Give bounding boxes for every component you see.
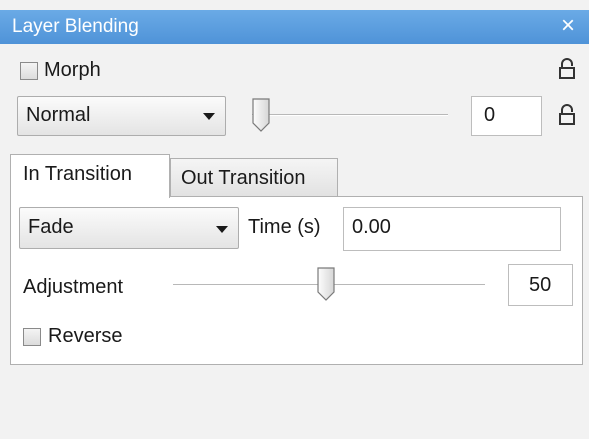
tab-label: Out Transition [181,167,306,189]
opacity-value: 0 [484,104,496,126]
time-input[interactable]: 0.00 [343,207,561,251]
time-label: Time (s) [248,216,321,238]
lock-icon[interactable] [558,104,576,126]
tab-label: In Transition [23,163,132,185]
reverse-checkbox[interactable] [23,328,41,346]
tab-in-transition[interactable]: In Transition [10,154,170,198]
blend-mode-dropdown[interactable]: Normal [17,96,226,136]
time-value: 0.00 [352,216,391,238]
adjustment-label: Adjustment [23,276,124,298]
transition-type-value: Fade [28,216,74,238]
chevron-down-icon [203,113,215,120]
adjustment-field[interactable]: 50 [508,264,573,306]
reverse-label: Reverse [48,325,123,347]
chevron-down-icon [216,226,228,233]
opacity-slider-thumb[interactable] [252,98,270,132]
title-bar[interactable]: Layer Blending × [0,10,589,44]
transition-pane: Fade Time (s) 0.00 Adjustment 50 Reverse [10,196,583,365]
adjustment-value: 50 [529,274,552,296]
opacity-slider-track[interactable] [252,114,448,116]
lock-icon[interactable] [558,58,576,80]
tab-out-transition[interactable]: Out Transition [170,158,338,196]
morph-label: Morph [44,59,101,81]
panel-title: Layer Blending [12,16,139,37]
morph-checkbox[interactable] [20,62,38,80]
blend-mode-value: Normal [26,104,91,126]
transition-type-dropdown[interactable]: Fade [19,207,239,249]
close-icon[interactable]: × [555,13,581,39]
opacity-field[interactable]: 0 [471,96,542,136]
layer-blending-panel: Layer Blending × Morph Normal 0 In Trans… [0,0,589,439]
adjustment-slider-thumb[interactable] [317,267,335,301]
